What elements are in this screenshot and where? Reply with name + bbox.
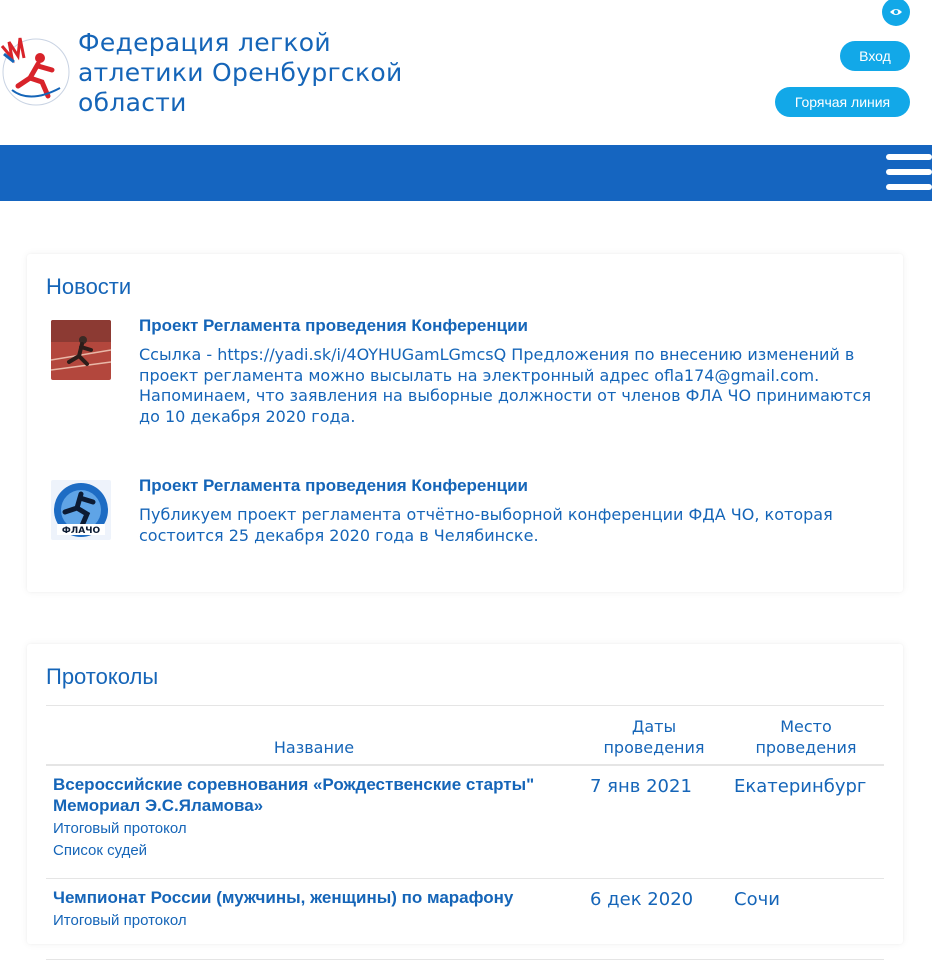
login-button[interactable]: Вход [840, 41, 910, 71]
news-thumbnail-fla-logo[interactable]: ФЛАЧО [51, 480, 111, 540]
news-text: Публикуем проект регламента отчётно-выбо… [139, 505, 833, 545]
judges-list-link[interactable]: Список судей [53, 842, 147, 859]
competition-name-link[interactable]: Всероссийские соревнования «Рождественск… [53, 774, 573, 816]
table-row: Чемпионат России (мужчины, женщины) по м… [46, 879, 884, 960]
final-protocol-link[interactable]: Итоговый протокол [53, 820, 187, 837]
column-header-place: Место проведения [755, 717, 857, 757]
final-protocol-link[interactable]: Итоговый протокол [53, 912, 187, 929]
competition-name-link[interactable]: Чемпионат России (мужчины, женщины) по м… [53, 887, 573, 908]
federation-logo[interactable] [0, 32, 72, 112]
site-title[interactable]: Федерация легкой атлетики Оренбургской о… [78, 28, 408, 118]
competition-place: Екатеринбург [734, 776, 867, 797]
news-headline-link[interactable]: Проект Регламента проведения Конференции [139, 316, 528, 336]
table-header-row: Название Даты проведения Место проведени… [46, 706, 884, 766]
table-row: Всероссийские соревнования «Рождественск… [46, 766, 884, 879]
protocols-section: Протоколы Название Даты проведения Место… [27, 644, 903, 960]
column-header-name: Название [273, 738, 355, 757]
competition-date: 6 дек 2020 [590, 889, 694, 910]
news-thumbnail-runner[interactable] [51, 320, 111, 380]
competition-place: Сочи [734, 889, 780, 910]
protocols-table: Название Даты проведения Место проведени… [46, 705, 884, 960]
news-section-title: Новости [46, 274, 132, 299]
svg-text:ФЛАЧО: ФЛАЧО [62, 526, 101, 536]
accessibility-eye-button[interactable] [882, 0, 910, 26]
eye-icon [890, 9, 902, 15]
news-text: Ссылка - https://yadi.sk/i/4OYHUGamLGmcs… [139, 345, 872, 426]
site-header: Федерация легкой атлетики Оренбургской о… [0, 0, 932, 145]
hotline-button[interactable]: Горячая линия [775, 87, 910, 117]
news-section: Новости Проект Регламента проведения Кон… [27, 254, 903, 592]
hamburger-menu-icon[interactable] [886, 154, 932, 192]
competition-date: 7 янв 2021 [590, 776, 692, 797]
news-headline-link[interactable]: Проект Регламента проведения Конференции [139, 476, 528, 496]
protocols-section-title: Протоколы [46, 664, 159, 689]
column-header-dates: Даты проведения [603, 717, 705, 757]
main-navbar [0, 145, 932, 201]
